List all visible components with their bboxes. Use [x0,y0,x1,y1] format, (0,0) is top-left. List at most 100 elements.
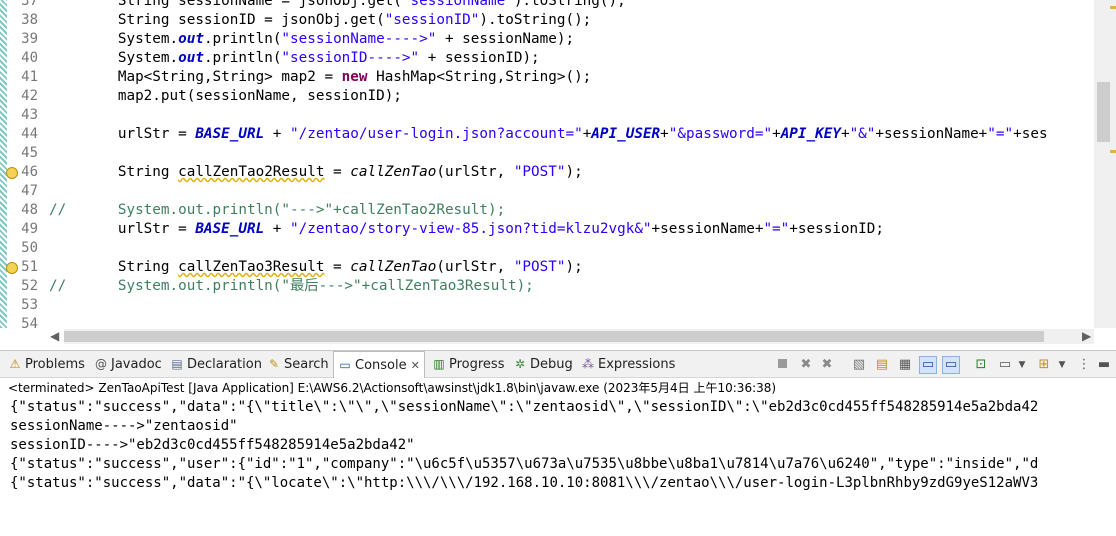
code-line[interactable] [49,144,1094,163]
code-token: BASE_URL [195,126,265,142]
word-wrap-icon[interactable]: ▦ [896,356,914,374]
code-area[interactable]: String sessionName = jsonObj.get("sessio… [49,0,1094,334]
code-line[interactable]: urlStr = BASE_URL + "/zentao/story-view-… [49,220,1094,239]
line-number: 45 [21,145,38,161]
code-token: String sessionName = jsonObj.get( [49,0,402,9]
display-selected-console-icon[interactable]: ▭ [996,356,1014,374]
close-icon[interactable]: ✕ [411,359,420,372]
scroll-right-icon[interactable]: ▶ [1082,329,1091,343]
code-line[interactable] [49,106,1094,125]
code-token: urlStr = [49,221,196,237]
show-console-on-output-icon[interactable]: ▭ [919,356,937,374]
tab-expressions[interactable]: ⁂ Expressions [581,351,675,378]
code-line[interactable]: String callZenTao3Result = callZenTao(ur… [49,258,1094,277]
code-token: "=" [987,126,1014,142]
code-line[interactable]: urlStr = BASE_URL + "/zentao/user-login.… [49,125,1094,144]
code-line[interactable]: map2.put(sessionName, sessionID); [49,87,1094,106]
open-console-icon[interactable]: ⊞ [1035,356,1053,374]
vertical-scroll-thumb[interactable] [1097,82,1110,142]
tab-progress[interactable]: ▥ Progress [432,351,504,378]
expressions-icon: ⁂ [582,357,594,371]
minimize-icon[interactable]: ▬ [1095,356,1113,374]
remove-launch-icon[interactable]: ✖ [797,356,815,374]
unused-variable-token: callZenTao2Result [178,164,325,180]
code-token: "&" [849,126,876,142]
unused-variable-token: callZenTao3Result [178,259,325,275]
code-line[interactable] [49,182,1094,201]
horizontal-scroll-thumb[interactable] [64,331,1044,342]
line-number: 49 [21,221,38,237]
line-number: 42 [21,88,38,104]
line-number: 38 [21,12,38,28]
console-line: {"status":"success","data":"{\"title\":\… [10,399,1039,415]
code-token: + [840,126,850,142]
code-token: // System.out.println("最后--->"+callZenTa… [49,278,534,294]
console-status: <terminated> ZenTaoApiTest [Java Applica… [8,381,777,395]
progress-icon: ▥ [433,357,445,371]
console-line: sessionName---->"zentaosid" [10,418,238,434]
scroll-lock-icon[interactable]: ▤ [873,356,891,374]
chevron-down-icon[interactable]: ▼ [1053,356,1071,374]
line-number: 54 [21,316,38,332]
show-console-on-error-icon[interactable]: ▭ [942,356,960,374]
tab-problems[interactable]: ⚠ Problems [8,351,85,378]
code-token: "sessionName---->" [281,31,437,47]
code-token: ).toString(); [513,0,626,9]
warning-icon[interactable] [6,262,18,274]
code-token: ); [565,164,583,180]
code-token: "sessionName" [401,0,514,9]
tab-console[interactable]: ▭ Console ✕ [333,351,425,378]
code-token: Map<String,String> map2 = [49,69,342,85]
code-line[interactable]: // System.out.println("--->"+callZenTao2… [49,201,1094,220]
code-line[interactable]: System.out.println("sessionName---->" + … [49,30,1094,49]
code-line[interactable]: Map<String,String> map2 = new HashMap<St… [49,68,1094,87]
code-token: out [178,31,204,47]
clear-console-icon[interactable]: ▧ [850,356,868,374]
code-token: = [324,164,351,180]
remove-all-terminated-icon[interactable]: ✖ [818,356,836,374]
pin-console-icon[interactable]: ⊡ [972,356,990,374]
code-token: + [264,126,291,142]
code-token: + [660,126,669,142]
code-line[interactable]: String callZenTao2Result = callZenTao(ur… [49,163,1094,182]
warning-icon[interactable] [6,167,18,179]
code-token: "POST" [513,164,566,180]
code-line[interactable] [49,296,1094,315]
console-line: {"status":"success","data":"{\"locate\":… [10,475,1039,491]
line-number: 50 [21,240,38,256]
code-token: ); [565,259,583,275]
tab-search[interactable]: ✎ Search [267,351,329,378]
code-token: System. [49,31,179,47]
terminate-icon[interactable] [773,356,791,374]
debug-icon: ✲ [514,357,526,371]
code-token: String [49,259,179,275]
tab-javadoc[interactable]: @ Javadoc [94,351,162,378]
code-token: +sessionName+ [651,221,764,237]
code-line[interactable]: System.out.println("sessionID---->" + se… [49,49,1094,68]
code-token: BASE_URL [195,221,265,237]
vertical-scrollbar[interactable] [1094,0,1116,328]
code-line[interactable] [49,239,1094,258]
code-editor[interactable]: 37 38 39 40 41 42 43 44 45 46 47 48 49 50 51 52 53 54 Str… [0,0,1116,350]
tab-debug[interactable]: ✲ Debug [513,351,573,378]
code-token: "&password=" [668,126,773,142]
code-token: + sessionID); [419,50,540,66]
scroll-left-icon[interactable]: ◀ [50,329,59,343]
chevron-down-icon[interactable]: ▼ [1013,356,1031,374]
code-line[interactable]: String sessionID = jsonObj.get("sessionI… [49,11,1094,30]
console-output[interactable]: {"status":"success","data":"{\"title\":\… [10,398,1116,493]
console-view[interactable]: <terminated> ZenTaoApiTest [Java Applica… [0,378,1116,536]
overview-warning-marker[interactable] [1110,6,1116,9]
code-token: API_KEY [780,126,841,142]
code-token: map2.put(sessionName, sessionID); [49,88,402,104]
view-menu-icon[interactable]: ⋮ [1075,356,1093,374]
code-line[interactable]: String sessionName = jsonObj.get("sessio… [49,0,1094,11]
code-token: "POST" [513,259,566,275]
change-ruler [0,0,7,328]
code-line[interactable]: // System.out.println("最后--->"+callZenTa… [49,277,1094,296]
declaration-icon: ▤ [171,357,183,371]
overview-warning-marker[interactable] [1110,150,1116,153]
code-token: urlStr = [49,126,196,142]
code-token: "/zentao/story-view-85.json?tid=klzu2vgk… [290,221,652,237]
tab-declaration[interactable]: ▤ Declaration [170,351,262,378]
